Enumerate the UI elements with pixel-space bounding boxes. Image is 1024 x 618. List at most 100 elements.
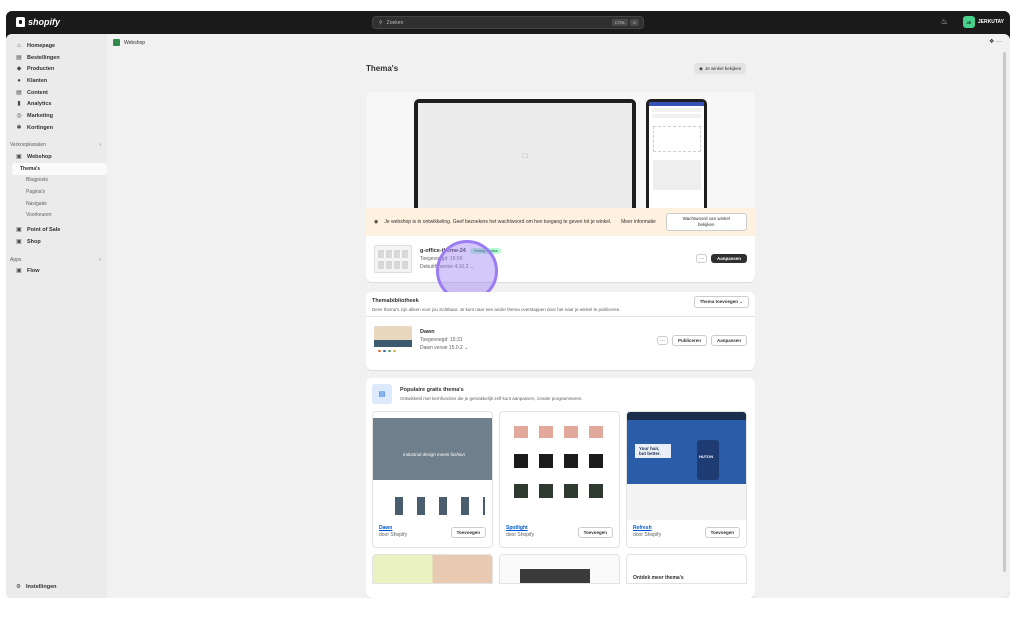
sidebar-item-label: Webshop	[27, 154, 52, 161]
image-placeholder-icon: □	[418, 103, 632, 208]
more-actions-button[interactable]: ···	[695, 254, 707, 263]
library-theme-row: Dawn Toegevoegd: 15:31 Dawn versie 15.0.…	[366, 317, 755, 363]
customize-button[interactable]: Aanpassen	[710, 254, 747, 263]
button-label: Thema toevoegen	[699, 299, 738, 304]
sidebar-item-label: Marketing	[27, 112, 53, 119]
app-window: shopify ⚲ Zoeken CTRL K ♨ JE JERKUTAY ⌂ H…	[6, 11, 1010, 598]
sidebar-item-shop[interactable]: ▣ Shop	[6, 236, 107, 248]
sidebar-item-marketing[interactable]: ◎ Marketing	[6, 110, 107, 122]
sidebar: ⌂ Homepage ▤ Bestellingen ◆ Producten ● Klan…	[6, 34, 107, 598]
person-icon: ●	[17, 77, 21, 84]
chevron-down-icon: ⌄	[739, 299, 743, 304]
theme-author: door Shopify	[506, 532, 535, 538]
more-actions-button[interactable]: ···	[656, 336, 668, 345]
sidebar-item-label: Bestellingen	[27, 54, 60, 61]
theme-card-spotlight[interactable]: Spotlight door Shopify Toevoegen	[499, 411, 620, 548]
sidebar-item-analytics[interactable]: ▮ Analytics	[6, 98, 107, 110]
sidebar-item-label: Kortingen	[27, 124, 53, 131]
banner-text: Je webshop is in ontwikkeling. Geef bezo…	[384, 219, 612, 225]
sidebar-item-flow[interactable]: ▣ Flow	[6, 265, 107, 277]
search-input[interactable]: ⚲ Zoeken CTRL K	[372, 16, 644, 29]
add-theme-button[interactable]: Toevoegen	[577, 527, 613, 538]
store-menu[interactable]: JE JERKUTAY	[962, 16, 1004, 28]
sidebar-item-customers[interactable]: ● Klanten	[6, 75, 107, 87]
sidebar-item-products[interactable]: ◆ Producten	[6, 63, 107, 75]
sidebar-item-settings[interactable]: ⚙ Instellingen	[16, 584, 57, 590]
sidebar-item-orders[interactable]: ▤ Bestellingen	[6, 52, 107, 64]
sidebar-item-discounts[interactable]: ✱ Kortingen	[6, 122, 107, 134]
theme-card-preview[interactable]	[372, 554, 493, 584]
sidebar-item-label: Point of Sale	[27, 227, 61, 234]
section-label: Verkoopkanalen	[10, 142, 46, 149]
sidebar-item-preferences[interactable]: Voorkeuren	[6, 210, 107, 222]
more-info-link[interactable]: Meer informatie	[621, 219, 659, 226]
tag-icon: ◆	[16, 66, 22, 73]
popular-themes-card: ▤ Populaire gratis thema's Ontwikkeld me…	[366, 378, 755, 598]
section-label: Apps	[10, 256, 22, 263]
apps-header[interactable]: Apps ›	[6, 254, 107, 266]
view-password-button[interactable]: Wachtwoord van winkel bekijken	[665, 213, 747, 231]
sidebar-item-label: Blogposts	[26, 177, 48, 184]
gear-icon: ⚙	[16, 584, 21, 590]
sidebar-item-homepage[interactable]: ⌂ Homepage	[6, 40, 107, 52]
sidebar-item-label: Klanten	[27, 77, 48, 84]
main-content: Webshop ❖ ··· Thema's ◉ Je winkel bekijke…	[107, 34, 1006, 598]
add-theme-button[interactable]: Toevoegen	[704, 527, 740, 538]
hero-text: Industrial design meets fashion	[403, 452, 466, 457]
shopify-bag-icon	[16, 17, 25, 27]
publish-button[interactable]: Publiceren	[671, 335, 707, 346]
sidebar-item-label: Voorkeuren	[26, 212, 52, 219]
shopify-logo[interactable]: shopify	[16, 17, 60, 27]
shop-icon: ▣	[16, 238, 22, 245]
sidebar-item-label: Pagina's	[26, 189, 46, 196]
pin-icon[interactable]: ❖ ···	[989, 38, 1002, 45]
sidebar-item-label: Shop	[27, 238, 41, 245]
add-theme-button[interactable]: Thema toevoegen ⌄	[693, 296, 749, 308]
theme-card-dawn[interactable]: Industrial design meets fashion Dawn door…	[372, 411, 493, 548]
store-name: JERKUTAY	[977, 19, 1004, 25]
target-icon: ◎	[16, 112, 22, 119]
sidebar-item-navigation[interactable]: Navigatie	[6, 198, 107, 210]
chevron-right-icon: ›	[99, 142, 101, 149]
chevron-right-icon: ›	[99, 256, 101, 263]
current-theme-card: □ ◉ Je webshop is in ontwikkeling. Geef …	[366, 92, 755, 282]
discover-more-themes[interactable]: Ontdek meer thema's	[626, 554, 747, 584]
search-icon: ⚲	[379, 19, 383, 26]
sidebar-item-blogposts[interactable]: Blogposts	[6, 175, 107, 187]
theme-name-link[interactable]: Spotlight	[506, 525, 534, 532]
button-label: Je winkel bekijken	[704, 66, 742, 71]
theme-image: Industrial design meets fashion	[373, 412, 492, 520]
theme-name-link[interactable]: Refresh	[633, 525, 661, 532]
theme-card-refresh[interactable]: Your hair, but better. Refreshdoor Shopi…	[626, 411, 747, 548]
view-store-button[interactable]: ◉ Je winkel bekijken	[694, 63, 747, 74]
chevron-down-icon[interactable]: ⌄	[464, 345, 468, 351]
sidebar-item-label: Content	[27, 89, 48, 96]
customize-button[interactable]: Aanpassen	[710, 335, 747, 346]
sidebar-item-pos[interactable]: ▣ Point of Sale	[6, 224, 107, 236]
bell-icon[interactable]: ♨	[941, 17, 948, 26]
admin-shell: ⌂ Homepage ▤ Bestellingen ◆ Producten ● Klan…	[6, 34, 1010, 598]
theme-name: Dawn	[420, 329, 435, 335]
theme-image	[500, 412, 619, 520]
breadcrumb[interactable]: Webshop	[113, 39, 145, 46]
theme-card-preview[interactable]	[499, 554, 620, 584]
sales-channels-header[interactable]: Verkoopkanalen ›	[6, 140, 107, 152]
page-title: Thema's	[366, 64, 399, 73]
theme-added: Toegevoegd: 15:31	[420, 337, 463, 343]
theme-icon: ▤	[372, 384, 392, 404]
scrollbar[interactable]	[1003, 52, 1006, 572]
theme-version: Dawn versie 15.0.2	[420, 345, 463, 351]
sidebar-item-label: Homepage	[27, 42, 56, 49]
theme-name-link[interactable]: Dawn	[379, 525, 407, 532]
add-theme-button[interactable]: Toevoegen	[450, 527, 486, 538]
dev-store-banner: ◉ Je webshop is in ontwikkeling. Geef be…	[366, 208, 755, 236]
sidebar-item-pages[interactable]: Pagina's	[6, 186, 107, 198]
store-icon: ▣	[16, 154, 22, 161]
sidebar-item-content[interactable]: ▤ Content	[6, 87, 107, 99]
sidebar-item-webshop[interactable]: ▣ Webshop	[6, 151, 107, 163]
sidebar-item-themes[interactable]: Thema's	[12, 162, 107, 175]
theme-thumbnail	[374, 245, 412, 273]
theme-preview[interactable]: □	[366, 92, 755, 208]
theme-author: door Shopify	[379, 532, 408, 538]
sidebar-item-label: Thema's	[20, 165, 41, 172]
